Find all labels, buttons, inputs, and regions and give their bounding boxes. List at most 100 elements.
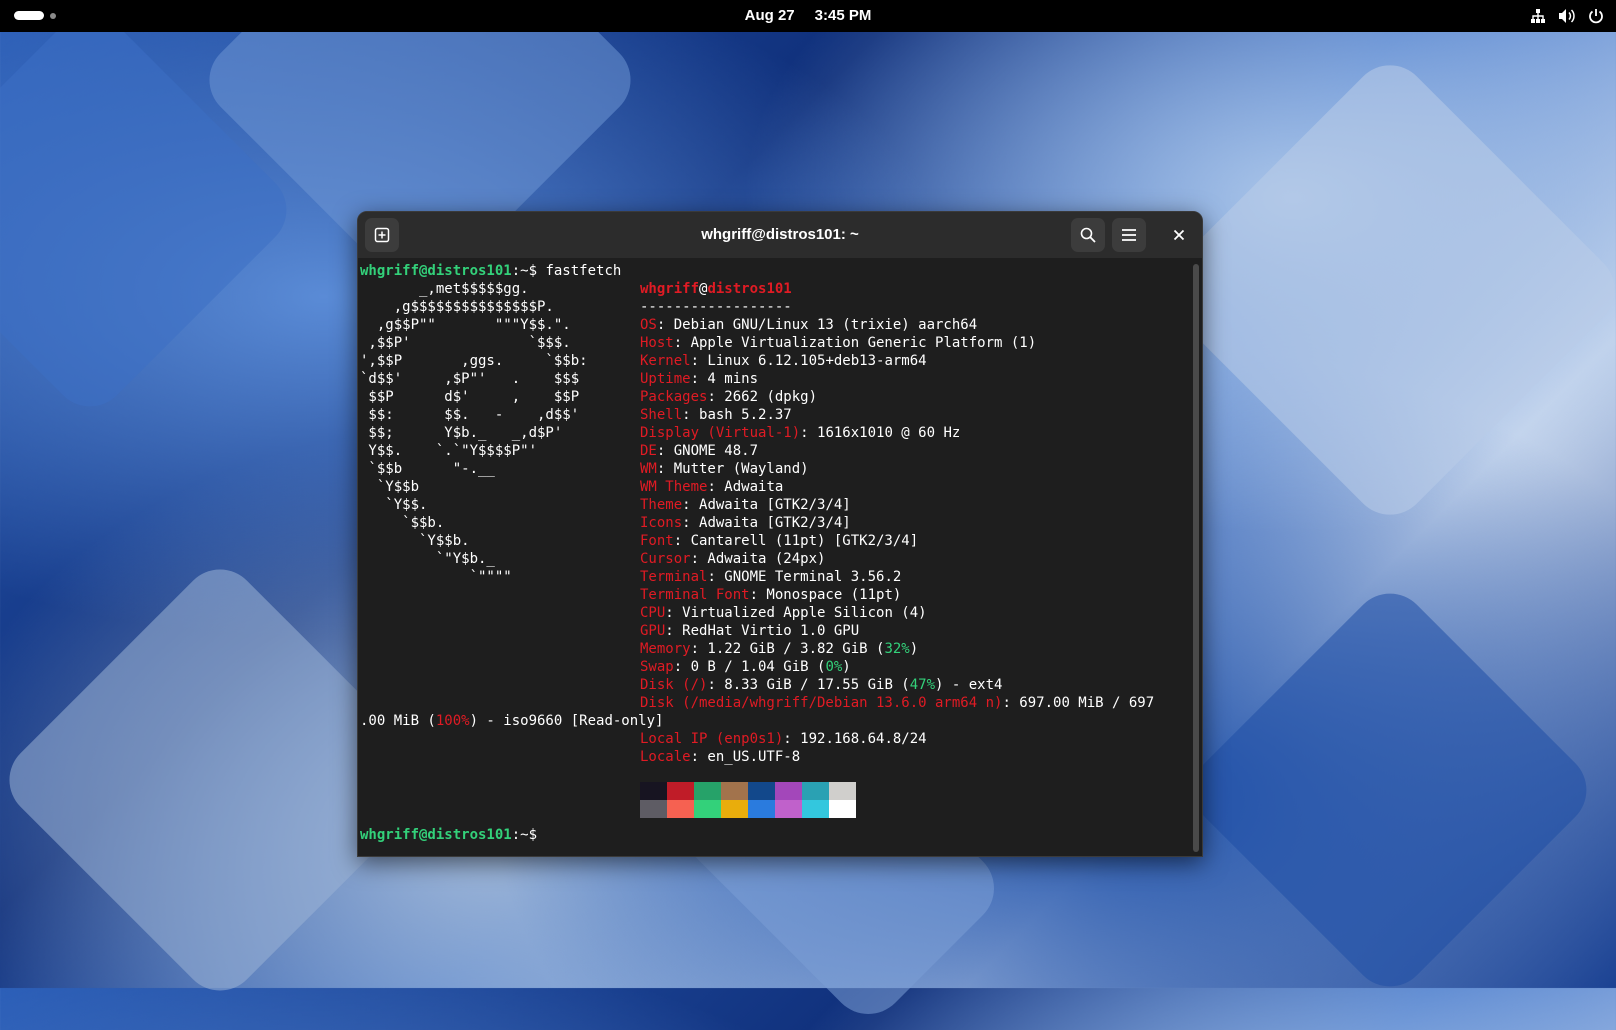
scrollbar[interactable]: [1193, 264, 1199, 852]
info-key: Disk (/): [640, 677, 708, 693]
info-value: : Virtualized Apple Silicon (4): [665, 605, 927, 621]
color-swatch: [721, 800, 748, 818]
prompt-user-host: whgriff@distros101: [360, 263, 512, 279]
color-swatch: [694, 800, 721, 818]
color-swatch: [694, 782, 721, 800]
info-key: Terminal: [640, 569, 708, 585]
info-value: : RedHat Virtio 1.0 GPU: [665, 623, 860, 639]
color-swatch: [640, 782, 667, 800]
logo-line: $$; Y$b._ _,d$P': [360, 424, 562, 442]
prompt-suffix: :~$: [511, 263, 538, 279]
wallpaper-shape: [1177, 577, 1603, 1003]
info-value: : en_US.UTF-8: [690, 749, 801, 765]
info-local-ip: Local IP (enp0s1): 192.168.64.8/24: [640, 730, 927, 748]
wallpaper-shape: [1149, 49, 1616, 531]
info-key: Uptime: [640, 371, 691, 387]
close-icon: [1173, 229, 1185, 241]
search-icon: [1080, 227, 1096, 243]
info-locale: Locale: en_US.UTF-8: [640, 748, 800, 766]
window-titlebar[interactable]: whgriff@distros101: ~: [358, 212, 1202, 258]
info-line: Packages: 2662 (dpkg): [640, 388, 817, 406]
info-value: ): [842, 659, 851, 675]
info-key: Packages: [640, 389, 708, 405]
network-icon: [1531, 9, 1545, 23]
info-host: distros101: [707, 281, 792, 297]
info-key: DE: [640, 443, 657, 459]
info-line: Cursor: Adwaita (24px): [640, 550, 825, 568]
info-percent: 100%: [435, 713, 470, 729]
logo-text: `d$$' ,$P"' . $$$: [360, 371, 580, 387]
info-line: Font: Cantarell (11pt) [GTK2/3/4]: [640, 532, 918, 550]
info-line: Terminal: GNOME Terminal 3.56.2: [640, 568, 901, 586]
info-value: : 0 B / 1.04 GiB (: [673, 659, 826, 675]
system-tray[interactable]: [1530, 0, 1604, 32]
info-line: Uptime: 4 mins: [640, 370, 758, 388]
info-value: : 192.168.64.8/24: [783, 731, 927, 747]
info-line: Display (Virtual-1): 1616x1010 @ 60 Hz: [640, 424, 960, 442]
info-value: : Adwaita: [707, 479, 784, 495]
color-swatch: [802, 800, 829, 818]
info-key: Terminal Font: [640, 587, 750, 603]
logo-text: ,g$$P"" """Y$$.".: [360, 317, 571, 333]
color-swatch: [775, 782, 802, 800]
color-swatch: [640, 800, 667, 818]
info-key: Kernel: [640, 353, 691, 369]
menu-button[interactable]: [1112, 218, 1146, 252]
info-line: Kernel: Linux 6.12.105+deb13-arm64: [640, 352, 927, 370]
info-line: DE: GNOME 48.7: [640, 442, 758, 460]
logo-text: `"""": [360, 569, 512, 585]
info-value: : GNOME 48.7: [656, 443, 759, 459]
info-percent: 0%: [825, 659, 843, 675]
info-line: GPU: RedHat Virtio 1.0 GPU: [640, 622, 859, 640]
info-percent: 47%: [909, 677, 936, 693]
clock[interactable]: Aug 27 3:45 PM: [0, 0, 1616, 32]
info-key: Memory: [640, 641, 691, 657]
info-key: Cursor: [640, 551, 691, 567]
info-disk-media-wrap: .00 MiB (100%) - iso9660 [Read-only]: [360, 712, 663, 730]
logo-text: ,g$$$$$$$$$$$$$$$P.: [360, 299, 554, 315]
info-value: : 697.00 MiB / 697: [1002, 695, 1155, 711]
info-value: : Adwaita (24px): [690, 551, 826, 567]
info-line: Host: Apple Virtualization Generic Platf…: [640, 334, 1036, 352]
terminal-window[interactable]: whgriff@distros101: ~ whgriff@distros101…: [357, 211, 1203, 857]
logo-line: Y$$. `.`"Y$$$$P"': [360, 442, 537, 460]
info-key: Icons: [640, 515, 683, 531]
info-value: : bash 5.2.37: [682, 407, 792, 423]
info-value: : GNOME Terminal 3.56.2: [707, 569, 902, 585]
logo-text: $$: $$. - ,d$$': [360, 407, 580, 423]
color-swatch: [748, 782, 775, 800]
close-button[interactable]: [1162, 218, 1196, 252]
logo-line: ',$$P ,ggs. `$$b:: [360, 352, 588, 370]
logo-text: _,met$$$$$gg.: [360, 281, 529, 297]
info-value: : 1616x1010 @ 60 Hz: [800, 425, 961, 441]
logo-text: $$P d$' , $$P: [360, 389, 580, 405]
logo-line: `$$b.: [360, 514, 444, 532]
logo-line: `Y$$b: [360, 478, 419, 496]
info-value: ) - ext4: [935, 677, 1003, 693]
info-value: : Adwaita [GTK2/3/4]: [682, 497, 851, 513]
info-header: whgriff@distros101: [640, 280, 792, 298]
top-bar: Aug 27 3:45 PM: [0, 0, 1616, 32]
info-key: Local IP (enp0s1): [640, 731, 784, 747]
logo-line: $$: $$. - ,d$$': [360, 406, 579, 424]
search-button[interactable]: [1071, 218, 1105, 252]
logo-line: ,g$$$$$$$$$$$$$$$P.: [360, 298, 554, 316]
logo-line: ,g$$P"" """Y$$.".: [360, 316, 571, 334]
info-key: Theme: [640, 497, 683, 513]
info-value: ) - iso9660 [Read-only]: [469, 713, 664, 729]
prompt-user-host: whgriff@distros101: [360, 827, 512, 843]
logo-line: `"""": [360, 568, 512, 586]
info-value: : Cantarell (11pt) [GTK2/3/4]: [673, 533, 919, 549]
color-swatch: [748, 800, 775, 818]
logo-text: ,$$P' `$$$.: [360, 335, 571, 351]
info-key: WM: [640, 461, 657, 477]
info-key: Locale: [640, 749, 691, 765]
info-key: OS: [640, 317, 657, 333]
info-key: Display (Virtual-1): [640, 425, 801, 441]
info-key: Shell: [640, 407, 683, 423]
color-swatch: [802, 782, 829, 800]
info-key: Swap: [640, 659, 674, 675]
info-line: WM: Mutter (Wayland): [640, 460, 809, 478]
info-separator: ------------------: [640, 298, 792, 316]
terminal-output[interactable]: whgriff@distros101:~$ fastfetch _,met$$$…: [360, 262, 1182, 852]
